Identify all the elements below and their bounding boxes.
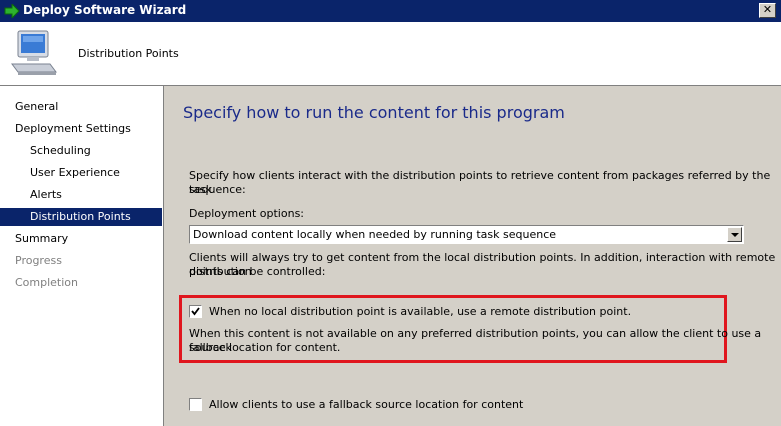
nav-item-deployment-settings[interactable]: Deployment Settings bbox=[0, 120, 162, 138]
nav-item-label: Deployment Settings bbox=[15, 122, 131, 135]
deployment-options-value: Download content locally when needed by … bbox=[193, 228, 557, 241]
nav-item-label: Scheduling bbox=[30, 144, 91, 157]
nav-item-label: User Experience bbox=[30, 166, 120, 179]
main-panel: Specify how to run the content for this … bbox=[164, 86, 781, 426]
page-title: Specify how to run the content for this … bbox=[183, 103, 565, 122]
nav-item-scheduling[interactable]: Scheduling bbox=[0, 142, 162, 160]
fallback-checkbox-label[interactable]: Allow clients to use a fallback source l… bbox=[209, 398, 523, 412]
close-button[interactable]: ✕ bbox=[759, 3, 776, 18]
nav-item-alerts[interactable]: Alerts bbox=[0, 186, 162, 204]
nav-item-summary[interactable]: Summary bbox=[0, 230, 162, 248]
fallback-info-line2: source location for content. bbox=[189, 341, 341, 354]
description-text-line2: sequence: bbox=[189, 183, 246, 196]
checkmark-icon bbox=[191, 307, 200, 316]
remote-dp-checkbox[interactable] bbox=[189, 305, 202, 318]
remote-dp-label[interactable]: When no local distribution point is avai… bbox=[209, 305, 631, 319]
info-text-line2: points can be controlled: bbox=[189, 265, 326, 278]
window-title: Deploy Software Wizard bbox=[23, 3, 187, 17]
deployment-options-label: Deployment options: bbox=[189, 207, 305, 220]
deployment-options-select[interactable]: Download content locally when needed by … bbox=[189, 225, 744, 244]
nav-item-general[interactable]: General bbox=[0, 98, 162, 116]
close-icon: ✕ bbox=[762, 3, 773, 16]
computer-icon bbox=[11, 30, 57, 75]
chevron-down-icon[interactable] bbox=[727, 227, 742, 242]
nav-item-progress: Progress bbox=[0, 252, 162, 270]
title-bar: Deploy Software Wizard ✕ bbox=[0, 0, 781, 22]
nav-item-user-experience[interactable]: User Experience bbox=[0, 164, 162, 182]
description-text-line1: Specify how clients interact with the di… bbox=[189, 169, 771, 196]
fallback-checkbox[interactable] bbox=[189, 398, 202, 411]
nav-item-distribution-points[interactable]: Distribution Points bbox=[0, 208, 162, 226]
nav-item-label: General bbox=[15, 100, 59, 113]
nav-item-label: Distribution Points bbox=[30, 210, 131, 223]
nav-item-completion: Completion bbox=[0, 274, 162, 292]
nav-item-label: Completion bbox=[15, 276, 79, 289]
nav-item-label: Summary bbox=[15, 232, 69, 245]
nav-item-label: Progress bbox=[15, 254, 62, 267]
nav-item-label: Alerts bbox=[30, 188, 62, 201]
wizard-header: Distribution Points bbox=[0, 22, 781, 86]
page-heading: Distribution Points bbox=[78, 47, 179, 60]
green-arrow-icon bbox=[4, 4, 20, 18]
wizard-nav: General Deployment Settings Scheduling U… bbox=[0, 86, 164, 426]
